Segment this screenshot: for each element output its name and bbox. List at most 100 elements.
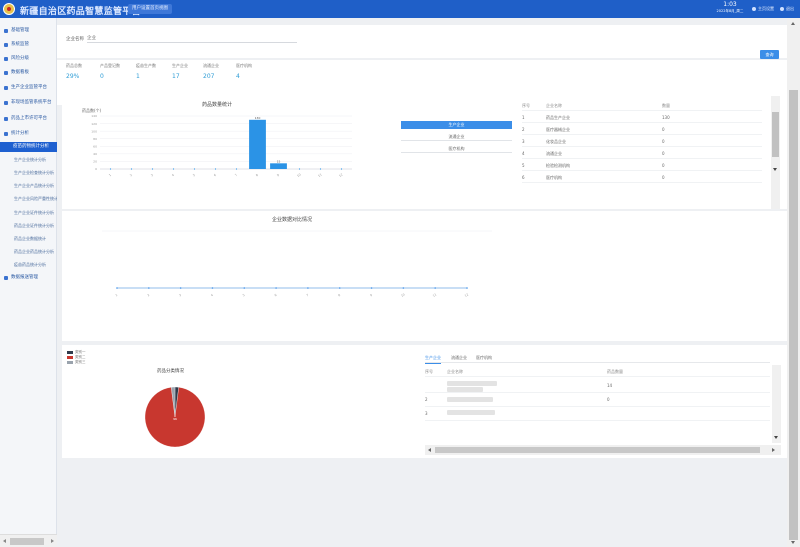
bar-point xyxy=(109,168,112,170)
menu-icon xyxy=(4,117,8,121)
bar-data-label: 15 xyxy=(277,159,281,163)
bar xyxy=(249,119,266,169)
redacted-text xyxy=(447,387,483,392)
search-input[interactable] xyxy=(87,33,297,43)
bottom-table-horizontal-scrollbar[interactable] xyxy=(425,445,781,455)
logout-button[interactable]: 退出 xyxy=(780,6,794,12)
line-point xyxy=(466,287,468,289)
search-label: 企业名称 xyxy=(66,37,84,42)
sidebar-sub-item[interactable]: 药品企业药品统计分析 xyxy=(0,247,57,257)
sidebar-item-reporting[interactable]: 数据报送管理 xyxy=(0,273,57,283)
bottom-tab-distributors[interactable]: 流通企业 xyxy=(451,355,467,361)
line-point xyxy=(402,287,405,289)
scrollbar-thumb[interactable] xyxy=(789,90,798,540)
redacted-text xyxy=(447,410,495,415)
sidebar-horizontal-scrollbar[interactable] xyxy=(0,534,57,547)
line-point xyxy=(370,287,373,289)
menu-icon xyxy=(4,276,8,280)
table-vertical-scrollbar[interactable] xyxy=(771,96,780,209)
bottom-tab-institutions[interactable]: 医疗机构 xyxy=(476,355,492,361)
sidebar-item-offsite[interactable]: 非现场监管系统平台 xyxy=(0,98,57,108)
tab-institutions[interactable]: 医疗机构 xyxy=(401,145,512,153)
page-vertical-scrollbar[interactable] xyxy=(787,18,800,547)
clock: 1:03 2022年8月_周二 xyxy=(712,2,748,14)
table-row[interactable]: 2 医疗器械企业 0 xyxy=(522,123,762,135)
bar-point xyxy=(235,168,238,170)
stat-institutions: 医疗机构 4 xyxy=(236,63,252,80)
table-row[interactable]: 3 xyxy=(425,407,770,421)
redacted-text xyxy=(447,381,497,386)
sidebar-sub-item[interactable]: 药品企业数据统计 xyxy=(0,234,57,244)
y-tick-label: 60 xyxy=(93,144,97,148)
scroll-right-icon[interactable] xyxy=(51,539,54,543)
sidebar: 基础管理 系统监管 风险分级 数据看板 生产企业监管平台 非现场监管系统平台 药… xyxy=(0,18,57,547)
scroll-down-icon[interactable] xyxy=(791,541,795,544)
sidebar-item-dashboard[interactable]: 数据看板 xyxy=(0,68,57,78)
y-tick-label: 140 xyxy=(91,114,97,118)
stat-drugs: 药品总数 29% xyxy=(66,63,82,80)
search-button[interactable]: 查询 xyxy=(760,50,779,59)
menu-icon xyxy=(4,57,8,61)
table-header: 序号 企业名称 药品数量 xyxy=(425,365,770,377)
scroll-up-icon[interactable] xyxy=(791,22,795,25)
table-row[interactable]: 14 xyxy=(425,379,770,393)
table-row[interactable]: 1 药品生产企业 130 xyxy=(522,111,762,123)
y-tick-label: 40 xyxy=(93,152,97,156)
sidebar-item-basic[interactable]: 基础管理 xyxy=(0,26,57,36)
x-tick-label: 6 xyxy=(274,293,278,297)
scroll-left-icon[interactable] xyxy=(3,539,6,543)
y-tick-label: 100 xyxy=(91,129,97,133)
sidebar-item-listing[interactable]: 药品上市许可平台 xyxy=(0,114,57,124)
sidebar-item-production[interactable]: 生产企业监管平台 xyxy=(0,83,57,93)
sidebar-sub-item[interactable]: 疫苗药品统计分析 xyxy=(0,260,57,270)
table-row[interactable]: 4 流通企业 0 xyxy=(522,147,762,159)
scrollbar-thumb[interactable] xyxy=(435,447,760,453)
scroll-down-icon[interactable] xyxy=(774,436,778,439)
sidebar-sub-item[interactable]: 生产企业风险严重性统计分析 xyxy=(0,194,57,204)
drug-stats-panel: 药品数量统计 药品数(个) 0 20 40 60 80 100 120 140 1 2 3 4 5 6 7 1… xyxy=(62,96,787,209)
tab-distributors[interactable]: 流通企业 xyxy=(401,133,512,141)
stat-distributors: 流通企业 207 xyxy=(203,63,219,80)
x-tick-label: 10 xyxy=(296,172,301,178)
pie-chart: 96 xyxy=(144,386,206,448)
sidebar-sub-item[interactable]: 生产企业产品统计分析 xyxy=(0,181,57,191)
bar-point xyxy=(151,168,154,170)
sidebar-sub-item[interactable]: 生产企业证件统计分析 xyxy=(0,208,57,218)
scroll-left-icon[interactable] xyxy=(428,448,431,452)
user-settings-button[interactable]: 主页设置 xyxy=(752,6,774,12)
x-tick-label: 9 xyxy=(369,293,373,297)
line-point xyxy=(434,287,436,289)
bottom-table-vertical-scrollbar[interactable] xyxy=(772,365,781,443)
y-tick-label: 20 xyxy=(93,160,97,164)
table-row[interactable]: 3 化妆品企业 0 xyxy=(522,135,762,147)
sidebar-item-risk[interactable]: 风险分级 xyxy=(0,54,57,64)
scrollbar-thumb[interactable] xyxy=(10,538,44,545)
scroll-down-icon[interactable] xyxy=(773,168,777,171)
sidebar-item-vaccine-stats[interactable]: 疫苗药物统计分析 xyxy=(0,142,57,152)
header-tab[interactable]: 用户设置首页视图 xyxy=(128,4,172,14)
sidebar-sub-item[interactable]: 药品企业证件统计分析 xyxy=(0,221,57,231)
table-row[interactable]: 5 检验检测机构 0 xyxy=(522,159,762,171)
sidebar-sub-item[interactable]: 生产企业统计分析 xyxy=(0,155,57,165)
line-point xyxy=(338,287,341,289)
x-tick-label: 8 xyxy=(255,173,259,177)
tab-producers[interactable]: 生产企业 xyxy=(401,121,512,129)
menu-icon xyxy=(4,43,8,47)
x-tick-label: 11 xyxy=(432,292,437,297)
sidebar-sub-item[interactable]: 生产企业检查统计分析 xyxy=(0,168,57,178)
scrollbar-thumb[interactable] xyxy=(772,112,779,157)
sidebar-item-system[interactable]: 系统监管 xyxy=(0,40,57,50)
x-tick-label: 3 xyxy=(178,293,182,297)
bottom-table: 生产企业 流通企业 医疗机构 序号 企业名称 药品数量 14 2 0 3 xyxy=(425,345,782,458)
line-point xyxy=(275,287,277,289)
y-tick-label: 0 xyxy=(95,167,97,171)
x-tick-label: 5 xyxy=(192,173,196,177)
line-point xyxy=(243,287,246,289)
table-row[interactable]: 2 0 xyxy=(425,393,770,407)
comparison-panel: 企业数据对比情况 1 2 3 4 5 6 7 8 9 10 11 12 xyxy=(62,211,787,341)
x-tick-label: 2 xyxy=(129,173,133,177)
table-row[interactable]: 6 医疗机构 0 xyxy=(522,171,762,183)
sidebar-item-statistics[interactable]: 统计分析 xyxy=(0,129,57,139)
classification-panel: 类别一 类别二 类别三 药品分类情况 96 生产企业 流通企业 医疗机构 序号 … xyxy=(62,345,787,458)
scroll-right-icon[interactable] xyxy=(772,448,775,452)
